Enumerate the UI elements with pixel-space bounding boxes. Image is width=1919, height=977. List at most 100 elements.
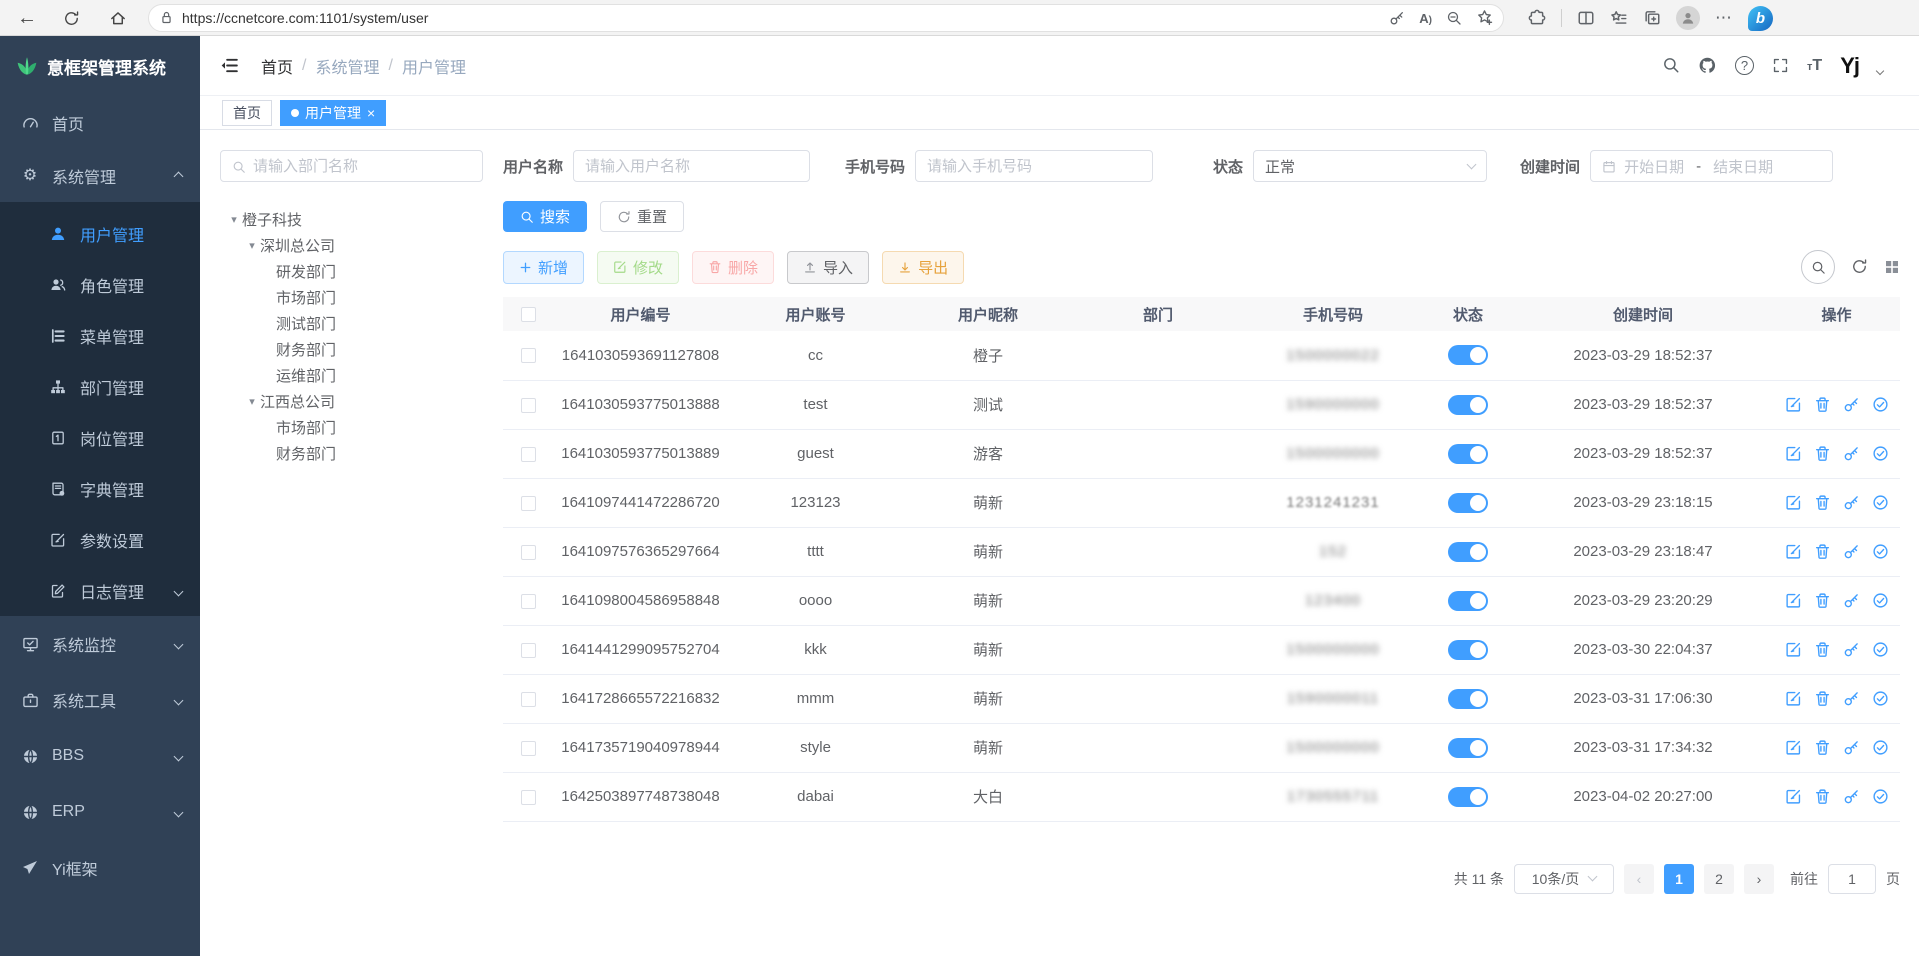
tree-node-dept[interactable]: 财务部门 [220, 336, 483, 362]
sidebar-item-yi-framework[interactable]: Yi框架 [0, 840, 200, 896]
status-toggle[interactable] [1448, 345, 1488, 365]
address-bar[interactable]: https://ccnetcore.com:1101/system/user A… [148, 4, 1504, 32]
row-delete-icon[interactable] [1814, 739, 1831, 756]
search-button[interactable]: 搜索 [503, 201, 587, 232]
row-edit-icon[interactable] [1785, 788, 1802, 805]
sidebar-item-log-mgmt[interactable]: 日志管理 [0, 565, 200, 616]
row-delete-icon[interactable] [1814, 494, 1831, 511]
row-checkbox[interactable] [521, 447, 536, 462]
page-size-select[interactable]: 10条/页 [1514, 864, 1614, 894]
tag-user-mgmt[interactable]: 用户管理 × [280, 100, 386, 126]
table-row[interactable]: 1641728665572216832 mmm 萌新 1590000011 20… [503, 674, 1900, 723]
row-checkbox[interactable] [521, 692, 536, 707]
sidebar-item-param-settings[interactable]: 参数设置 [0, 514, 200, 565]
status-toggle[interactable] [1448, 591, 1488, 611]
row-delete-icon[interactable] [1814, 592, 1831, 609]
row-reset-password-icon[interactable] [1843, 739, 1860, 756]
refresh-table-icon[interactable] [1851, 258, 1868, 276]
goto-page-input[interactable] [1828, 864, 1876, 894]
row-checkbox[interactable] [521, 594, 536, 609]
bing-icon[interactable]: b [1748, 6, 1773, 31]
sidebar-item-post-mgmt[interactable]: 岗位管理 [0, 412, 200, 463]
tree-node-dept[interactable]: 研发部门 [220, 258, 483, 284]
tree-node-dept[interactable]: 运维部门 [220, 362, 483, 388]
favorites-bar-icon[interactable] [1610, 9, 1628, 27]
row-reset-password-icon[interactable] [1843, 690, 1860, 707]
user-avatar[interactable]: Yj [1840, 53, 1859, 79]
table-row[interactable]: 1641097576365297664 tttt 萌新 152 2023-03-… [503, 527, 1900, 576]
row-edit-icon[interactable] [1785, 396, 1802, 413]
row-assign-role-icon[interactable] [1872, 641, 1889, 658]
status-toggle[interactable] [1448, 493, 1488, 513]
breadcrumb-item[interactable]: 首页 [261, 54, 293, 78]
phone-input[interactable] [927, 158, 1141, 175]
back-icon[interactable]: ← [12, 3, 42, 33]
row-delete-icon[interactable] [1814, 641, 1831, 658]
row-edit-icon[interactable] [1785, 641, 1802, 658]
sidebar-fold-icon[interactable] [220, 56, 239, 75]
import-button[interactable]: 导入 [787, 251, 869, 284]
row-delete-icon[interactable] [1814, 445, 1831, 462]
row-checkbox[interactable] [521, 741, 536, 756]
sidebar-item-erp[interactable]: ERP [0, 784, 200, 840]
row-reset-password-icon[interactable] [1843, 494, 1860, 511]
row-assign-role-icon[interactable] [1872, 494, 1889, 511]
row-checkbox[interactable] [521, 348, 536, 363]
next-page-button[interactable]: › [1744, 864, 1774, 894]
tree-node-branch[interactable]: ▾江西总公司 [220, 388, 483, 414]
tag-home[interactable]: 首页 [222, 100, 272, 126]
sidebar-item-bbs[interactable]: BBS [0, 728, 200, 784]
status-toggle[interactable] [1448, 689, 1488, 709]
read-aloud-icon[interactable]: A) [1419, 11, 1432, 26]
table-row[interactable]: 1641097441472286720 123123 萌新 1231241231… [503, 478, 1900, 527]
favorite-add-icon[interactable] [1476, 9, 1493, 27]
tag-close-icon[interactable]: × [367, 106, 375, 120]
reset-button[interactable]: 重置 [600, 201, 684, 232]
table-row[interactable]: 1641030593775013888 test 测试 1590000000 2… [503, 380, 1900, 429]
refresh-icon[interactable] [56, 3, 86, 33]
table-row[interactable]: 1642503897748738048 dabai 大白 1730555711 … [503, 772, 1900, 821]
row-reset-password-icon[interactable] [1843, 641, 1860, 658]
row-edit-icon[interactable] [1785, 543, 1802, 560]
row-reset-password-icon[interactable] [1843, 592, 1860, 609]
row-delete-icon[interactable] [1814, 543, 1831, 560]
row-assign-role-icon[interactable] [1872, 445, 1889, 462]
caret-down-icon[interactable]: ▾ [226, 213, 242, 226]
row-assign-role-icon[interactable] [1872, 543, 1889, 560]
browser-profile-avatar[interactable] [1676, 6, 1700, 30]
delete-button[interactable]: 删除 [692, 251, 774, 284]
status-toggle[interactable] [1448, 444, 1488, 464]
row-assign-role-icon[interactable] [1872, 396, 1889, 413]
add-button[interactable]: 新增 [503, 251, 584, 284]
row-assign-role-icon[interactable] [1872, 690, 1889, 707]
row-assign-role-icon[interactable] [1872, 592, 1889, 609]
select-all-checkbox[interactable] [521, 307, 536, 322]
table-row[interactable]: 1641030593775013889 guest 游客 1500000000 … [503, 429, 1900, 478]
table-row[interactable]: 1641441299095752704 kkk 萌新 1500000000 20… [503, 625, 1900, 674]
dept-search-input[interactable] [253, 158, 471, 175]
collections-icon[interactable] [1643, 9, 1661, 27]
split-screen-icon[interactable] [1577, 9, 1595, 27]
header-search-icon[interactable] [1662, 56, 1680, 74]
row-edit-icon[interactable] [1785, 592, 1802, 609]
sidebar-item-user-mgmt[interactable]: 用户管理 [0, 208, 200, 259]
row-checkbox[interactable] [521, 398, 536, 413]
tree-node-company[interactable]: ▾橙子科技 [220, 206, 483, 232]
username-input[interactable] [585, 158, 798, 175]
row-reset-password-icon[interactable] [1843, 396, 1860, 413]
column-settings-icon[interactable] [1884, 258, 1900, 276]
sidebar-item-dept-mgmt[interactable]: 部门管理 [0, 361, 200, 412]
table-row[interactable]: 1641030593691127808 cc 橙子 1500000022 202… [503, 331, 1900, 380]
export-button[interactable]: 导出 [882, 251, 964, 284]
status-toggle[interactable] [1448, 640, 1488, 660]
status-select[interactable]: 正常 [1253, 150, 1487, 182]
row-edit-icon[interactable] [1785, 494, 1802, 511]
table-row[interactable]: 1641098004586958848 oooo 萌新 123400 2023-… [503, 576, 1900, 625]
row-checkbox[interactable] [521, 545, 536, 560]
caret-down-icon[interactable]: ▾ [244, 239, 260, 252]
prev-page-button[interactable]: ‹ [1624, 864, 1654, 894]
row-reset-password-icon[interactable] [1843, 445, 1860, 462]
tree-node-dept[interactable]: 财务部门 [220, 440, 483, 466]
sidebar-item-role-mgmt[interactable]: 角色管理 [0, 259, 200, 310]
status-toggle[interactable] [1448, 542, 1488, 562]
